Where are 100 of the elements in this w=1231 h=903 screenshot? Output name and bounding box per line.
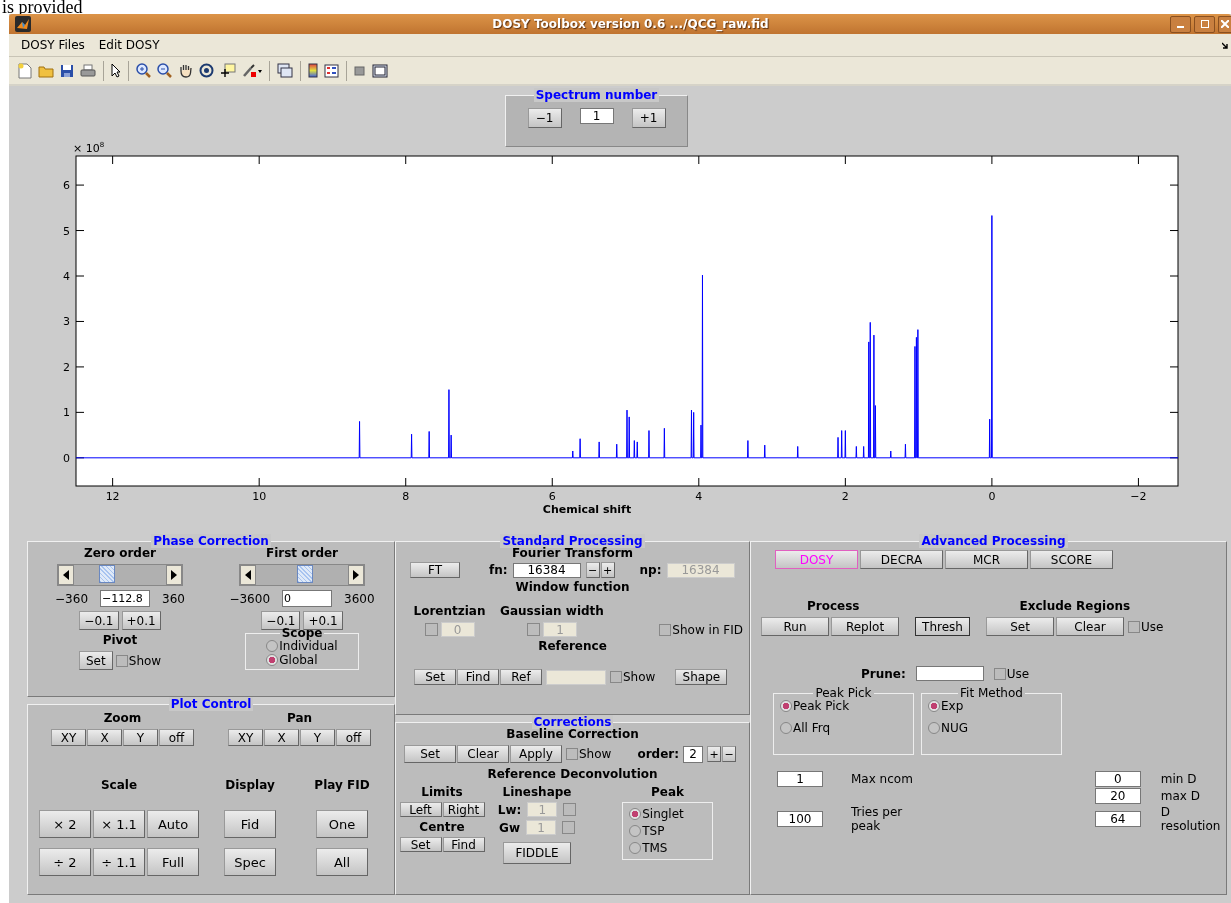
decrement-button[interactable]: −0.1 bbox=[79, 611, 119, 630]
slider[interactable] bbox=[57, 564, 183, 586]
square-icon[interactable] bbox=[354, 64, 366, 77]
mode-button[interactable]: off bbox=[159, 729, 194, 746]
mode-button[interactable]: XY bbox=[228, 729, 263, 746]
spectrum-number-field[interactable]: 1 bbox=[579, 108, 614, 124]
order-field[interactable]: 2 bbox=[683, 745, 703, 763]
show-checkbox[interactable]: Show bbox=[115, 653, 162, 668]
next-spectrum-button[interactable]: +1 bbox=[631, 108, 666, 128]
scale-button[interactable]: × 1.1 bbox=[93, 810, 145, 838]
previous-spectrum-button[interactable]: −1 bbox=[527, 108, 562, 128]
increment-button[interactable]: +0.1 bbox=[121, 611, 161, 630]
slider-thumb[interactable] bbox=[99, 565, 116, 583]
radio-button[interactable]: Individual bbox=[266, 639, 338, 653]
menu-item[interactable]: DOSY Files bbox=[21, 38, 85, 52]
play-button[interactable]: One bbox=[316, 810, 368, 838]
close-button[interactable] bbox=[1218, 15, 1231, 33]
radio-button[interactable]: Exp bbox=[928, 699, 1055, 713]
mode-button[interactable]: Y bbox=[123, 729, 158, 746]
radio-button[interactable]: Singlet bbox=[629, 807, 684, 821]
minimize-button[interactable] bbox=[1170, 15, 1191, 33]
method-tab[interactable]: SCORE bbox=[1030, 550, 1113, 569]
printer-icon[interactable] bbox=[80, 63, 96, 78]
new-file-icon[interactable] bbox=[18, 62, 32, 79]
radio-button[interactable]: NUG bbox=[928, 721, 1055, 735]
show-in-fid-checkbox[interactable]: Show in FID bbox=[659, 623, 743, 637]
centre-button[interactable]: Find bbox=[442, 837, 485, 852]
brush-icon[interactable] bbox=[242, 63, 262, 78]
increment-button[interactable]: +0.1 bbox=[303, 611, 343, 630]
increment-button[interactable]: + bbox=[707, 746, 721, 762]
radio-button[interactable]: TMS bbox=[629, 841, 684, 855]
parameter-field[interactable]: 1 bbox=[777, 771, 823, 787]
baseline-button[interactable]: Clear bbox=[457, 745, 509, 763]
mode-button[interactable]: Y bbox=[300, 729, 335, 746]
limit-button[interactable]: Left bbox=[399, 802, 442, 817]
reference-button[interactable]: Find bbox=[457, 669, 499, 685]
linked-windows-icon[interactable] bbox=[277, 63, 293, 78]
mode-button[interactable]: X bbox=[87, 729, 122, 746]
decrement-button[interactable]: − bbox=[722, 746, 736, 762]
mode-button[interactable]: XY bbox=[51, 729, 86, 746]
exclude-button[interactable]: Clear bbox=[1056, 617, 1124, 636]
scale-button[interactable]: Auto bbox=[147, 810, 199, 838]
process-button[interactable]: Replot bbox=[831, 617, 899, 636]
baseline-button[interactable]: Apply bbox=[510, 745, 562, 763]
radio-button[interactable]: Global bbox=[266, 653, 338, 667]
increment-button[interactable]: + bbox=[600, 562, 615, 578]
scale-button[interactable]: ÷ 2 bbox=[39, 848, 91, 876]
slider-thumb[interactable] bbox=[296, 565, 313, 583]
window-icon[interactable] bbox=[372, 63, 388, 78]
show-checkbox[interactable]: Show bbox=[566, 747, 612, 761]
radio-button[interactable]: All Frq bbox=[780, 721, 907, 735]
mode-button[interactable]: X bbox=[264, 729, 299, 746]
parameter-field[interactable]: 100 bbox=[777, 811, 823, 827]
right-arrow-button[interactable] bbox=[166, 565, 182, 585]
centre-button[interactable]: Set bbox=[399, 837, 442, 852]
fn-field[interactable]: 16384 bbox=[512, 562, 581, 578]
slider[interactable] bbox=[239, 564, 365, 586]
pointer-arrow-icon[interactable] bbox=[111, 63, 121, 78]
prune-field[interactable] bbox=[915, 666, 984, 681]
thresh-button[interactable]: Thresh bbox=[915, 617, 970, 636]
decrement-button[interactable]: − bbox=[585, 562, 600, 578]
display-button[interactable]: Spec bbox=[224, 848, 276, 876]
rotate-icon[interactable] bbox=[199, 63, 214, 78]
maximize-button[interactable] bbox=[1194, 15, 1215, 33]
fiddle-button[interactable]: FIDDLE bbox=[503, 842, 571, 864]
right-arrow-button[interactable] bbox=[348, 565, 364, 585]
limit-button[interactable]: Right bbox=[442, 802, 485, 817]
hand-icon[interactable] bbox=[178, 63, 193, 78]
zoom-in-icon[interactable] bbox=[136, 63, 151, 78]
angle-field[interactable]: 0 bbox=[282, 590, 332, 607]
menu-item[interactable]: Edit DOSY bbox=[98, 38, 160, 52]
use-checkbox[interactable]: Use bbox=[1128, 619, 1164, 634]
process-button[interactable]: Run bbox=[761, 617, 829, 636]
fourier-transform-button[interactable]: FT bbox=[410, 562, 460, 578]
set-button[interactable]: Set bbox=[78, 651, 113, 670]
reference-button[interactable]: Ref bbox=[500, 669, 542, 685]
display-button[interactable]: Fid bbox=[224, 810, 276, 838]
legend-icon[interactable] bbox=[324, 63, 339, 78]
scale-button[interactable]: ÷ 1.1 bbox=[93, 848, 145, 876]
zoom-out-icon[interactable] bbox=[157, 63, 172, 78]
reference-button[interactable]: Set bbox=[414, 669, 456, 685]
baseline-button[interactable]: Set bbox=[404, 745, 456, 763]
exclude-button[interactable]: Set bbox=[986, 617, 1054, 636]
parameter-field[interactable]: 64 bbox=[1094, 811, 1141, 827]
scale-button[interactable]: Full bbox=[147, 848, 199, 876]
method-tab[interactable]: MCR bbox=[945, 550, 1028, 569]
angle-field[interactable]: −112.8 bbox=[100, 590, 151, 607]
mode-button[interactable]: off bbox=[336, 729, 371, 746]
radio-button[interactable]: Peak Pick bbox=[780, 699, 907, 713]
show-checkbox[interactable]: Show bbox=[610, 670, 656, 684]
shape-button[interactable]: Shape bbox=[675, 669, 728, 685]
colorbar-icon[interactable] bbox=[308, 63, 318, 78]
radio-button[interactable]: TSP bbox=[629, 824, 684, 838]
parameter-field[interactable]: 0 bbox=[1094, 771, 1141, 787]
left-arrow-button[interactable] bbox=[58, 565, 74, 585]
dock-arrow-icon[interactable] bbox=[1222, 41, 1229, 49]
parameter-field[interactable]: 20 bbox=[1094, 788, 1141, 804]
play-button[interactable]: All bbox=[316, 848, 368, 876]
use-checkbox[interactable]: Use bbox=[993, 666, 1030, 681]
left-arrow-button[interactable] bbox=[240, 565, 256, 585]
